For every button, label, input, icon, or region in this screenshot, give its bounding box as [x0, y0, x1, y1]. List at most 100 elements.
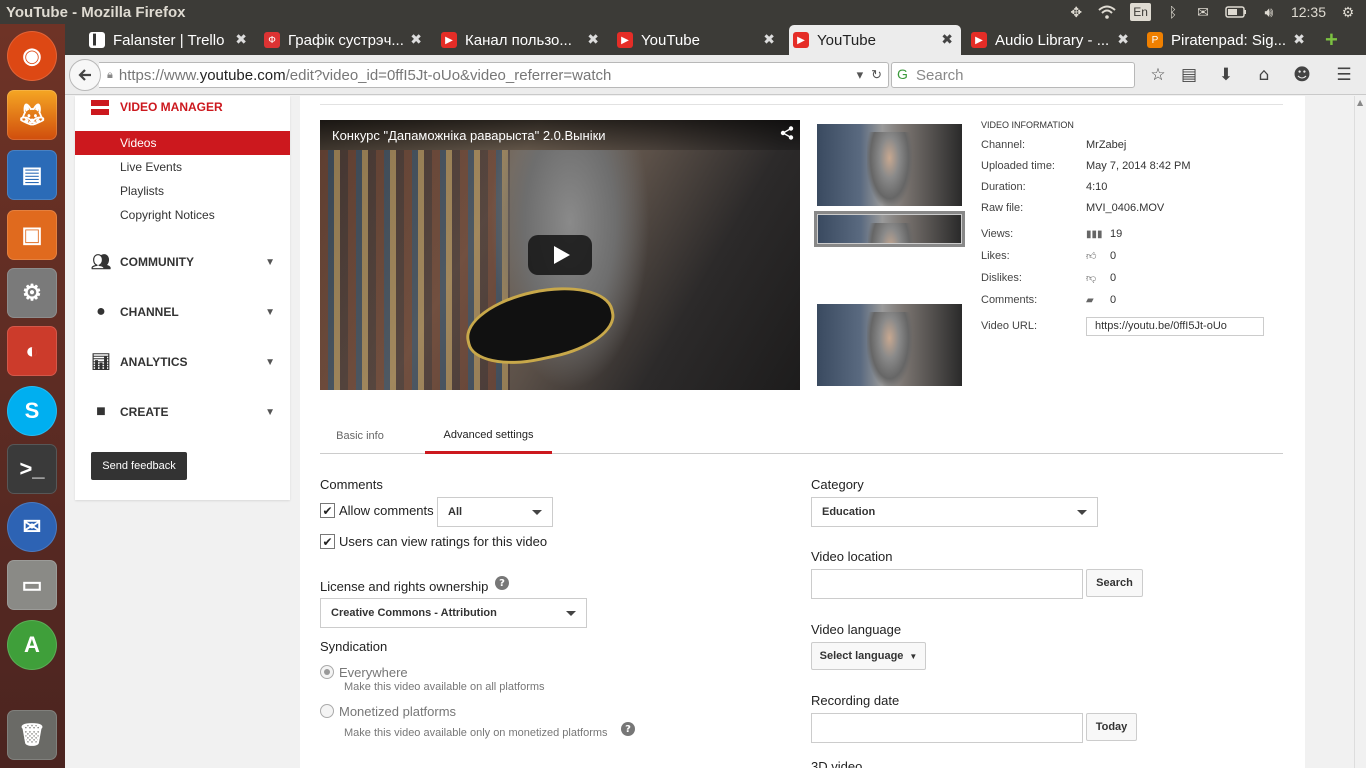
thumbnail-option-2-selected[interactable] [814, 211, 965, 247]
video-url-field[interactable] [1086, 316, 1264, 336]
help-icon[interactable]: ? [621, 722, 635, 736]
bookmark-star-icon[interactable]: ☆ [1147, 64, 1169, 86]
battery-icon[interactable] [1225, 3, 1247, 21]
chat-icon[interactable]: ☻ [1291, 64, 1313, 86]
video-player[interactable]: Конкурс "Дапаможніка раварыста" 2.0.Выні… [320, 120, 800, 390]
wifi-icon[interactable] [1098, 3, 1116, 21]
keyboard-language-indicator[interactable]: En [1130, 3, 1151, 21]
tab-basic-info[interactable]: Basic info [320, 418, 400, 454]
category-select[interactable]: Education [811, 497, 1098, 527]
dropdown-caret-icon: ▼ [909, 651, 918, 661]
tab-audio-library[interactable]: ▶ Audio Library - ... ✖ [967, 25, 1137, 55]
new-tab-button[interactable]: + [1321, 25, 1351, 55]
url-bar[interactable]: 🔒︎ https://www. youtube.com/edit?video_id… [99, 62, 889, 88]
thumbnail-option-3[interactable] [817, 304, 962, 386]
view-ratings-checkbox[interactable]: ✔ [320, 534, 335, 549]
close-icon[interactable]: ✖ [1293, 31, 1305, 48]
mail-icon[interactable]: ✉ [1195, 3, 1211, 21]
everywhere-radio[interactable] [320, 665, 334, 679]
license-label: License and rights ownership [320, 579, 489, 594]
play-button[interactable] [528, 235, 592, 275]
tab-youtube-active[interactable]: ▶ YouTube ✖ [789, 25, 961, 55]
reading-list-icon[interactable]: ▤ [1178, 64, 1200, 86]
writer-icon[interactable]: ▤ [7, 150, 57, 200]
sidebar-item-live-events[interactable]: Live Events [75, 155, 290, 179]
close-icon[interactable]: ✖ [1117, 31, 1129, 48]
tab-piratenpad[interactable]: P Piratenpad: Sig... ✖ [1143, 25, 1313, 55]
volume-icon[interactable]: 🔊︎ [1261, 3, 1277, 21]
thumbnail-option-1[interactable] [817, 124, 962, 206]
allow-comments-label: Allow comments [339, 503, 434, 518]
video-title: Конкурс "Дапаможніка раварыста" 2.0.Выні… [320, 120, 800, 150]
impress-icon[interactable]: ▣ [7, 210, 57, 260]
back-arrow-icon [78, 69, 91, 81]
sidebar-section-channel[interactable]: ● CHANNEL ▼ [91, 300, 275, 324]
license-select[interactable]: Creative Commons - Attribution [320, 598, 587, 628]
software-center-icon[interactable]: A [7, 620, 57, 670]
bluetooth-icon[interactable]: ᛒ [1165, 3, 1181, 21]
recording-date-label: Recording date [811, 693, 900, 708]
send-feedback-button[interactable]: Send feedback [91, 452, 187, 480]
close-icon[interactable]: ✖ [941, 31, 953, 48]
sidebar-section-analytics[interactable]: 📊︎ ANALYTICS ▼ [91, 350, 275, 374]
scroll-up-icon[interactable]: ▲ [1357, 98, 1363, 107]
trello-icon: ▍ [89, 32, 105, 48]
ubuntu-icon[interactable]: ◉ [7, 31, 57, 81]
recording-date-input[interactable] [811, 713, 1083, 743]
tab-trello[interactable]: ▍ Falanster | Trello ✖ [85, 25, 255, 55]
help-icon[interactable]: ? [495, 576, 509, 590]
monetized-platforms-radio[interactable] [320, 704, 334, 718]
sidebar-section-create[interactable]: ■ CREATE ▼ [91, 400, 275, 424]
sidebar-item-playlists[interactable]: Playlists [75, 179, 290, 203]
dropbox-icon[interactable]: ✥ [1068, 3, 1084, 21]
today-button[interactable]: Today [1086, 713, 1137, 741]
youtube-icon: ▶ [971, 32, 987, 48]
sidebar-section-community[interactable]: 👥︎ COMMUNITY ▼ [91, 250, 275, 274]
allow-comments-checkbox[interactable]: ✔ [320, 503, 335, 518]
home-icon[interactable]: ⌂ [1253, 64, 1275, 86]
docky-icon[interactable]: ◐ [7, 326, 57, 376]
comment-icon: ▰ [1086, 294, 1094, 306]
divider [320, 104, 1283, 105]
reload-icon[interactable]: ↻ [871, 67, 882, 83]
view-ratings-label: Users can view ratings for this video [339, 534, 548, 549]
firefox-icon[interactable]: 🦊︎ [7, 90, 57, 140]
trash-icon[interactable]: 🗑︎ [7, 710, 57, 760]
search-input[interactable]: G Search [891, 62, 1135, 88]
share-icon[interactable] [780, 126, 794, 144]
menu-icon[interactable]: ☰ [1333, 64, 1355, 86]
files-icon[interactable]: ▭ [7, 560, 57, 610]
terminal-icon[interactable]: >_ [7, 444, 57, 494]
comments-filter-select[interactable]: All [437, 497, 553, 527]
video-manager-title[interactable]: VIDEO MANAGER [91, 98, 223, 116]
close-icon[interactable]: ✖ [410, 31, 422, 48]
thunderbird-icon[interactable]: ✉ [7, 502, 57, 552]
video-location-input[interactable] [811, 569, 1083, 599]
select-language-button[interactable]: Select language ▼ [811, 642, 926, 670]
sidebar-item-videos[interactable]: Videos [75, 131, 290, 155]
everywhere-description: Make this video available on all platfor… [344, 681, 545, 693]
close-icon[interactable]: ✖ [587, 31, 599, 48]
tab-advanced-settings[interactable]: Advanced settings [425, 418, 552, 454]
sidebar-item-copyright-notices[interactable]: Copyright Notices [75, 203, 290, 227]
dropdown-caret-icon [1077, 510, 1087, 515]
gear-icon[interactable]: ⚙ [1340, 3, 1356, 21]
location-search-button[interactable]: Search [1086, 569, 1143, 597]
chevron-down-icon: ▼ [265, 256, 275, 268]
tab-youtube-1[interactable]: ▶ YouTube ✖ [613, 25, 783, 55]
close-icon[interactable]: ✖ [235, 31, 247, 48]
back-button[interactable] [69, 59, 101, 91]
thumbs-down-icon: 👎︎ [1086, 273, 1097, 284]
url-history-dropdown-icon[interactable]: ▾ [857, 67, 864, 83]
clock[interactable]: 12:35 [1291, 3, 1326, 21]
page-scrollbar[interactable]: ▲ [1354, 96, 1366, 768]
downloads-icon[interactable]: ⬇ [1215, 64, 1237, 86]
chevron-down-icon: ▼ [265, 306, 275, 318]
settings-icon[interactable]: ⚙ [7, 268, 57, 318]
tab-channel[interactable]: ▶ Канал пользо... ✖ [437, 25, 607, 55]
skype-icon[interactable]: S [7, 386, 57, 436]
everywhere-label: Everywhere [339, 665, 408, 680]
tab-schedule[interactable]: Ф Графік сустрэч... ✖ [260, 25, 430, 55]
monetized-platforms-label: Monetized platforms [339, 704, 457, 719]
close-icon[interactable]: ✖ [763, 31, 775, 48]
